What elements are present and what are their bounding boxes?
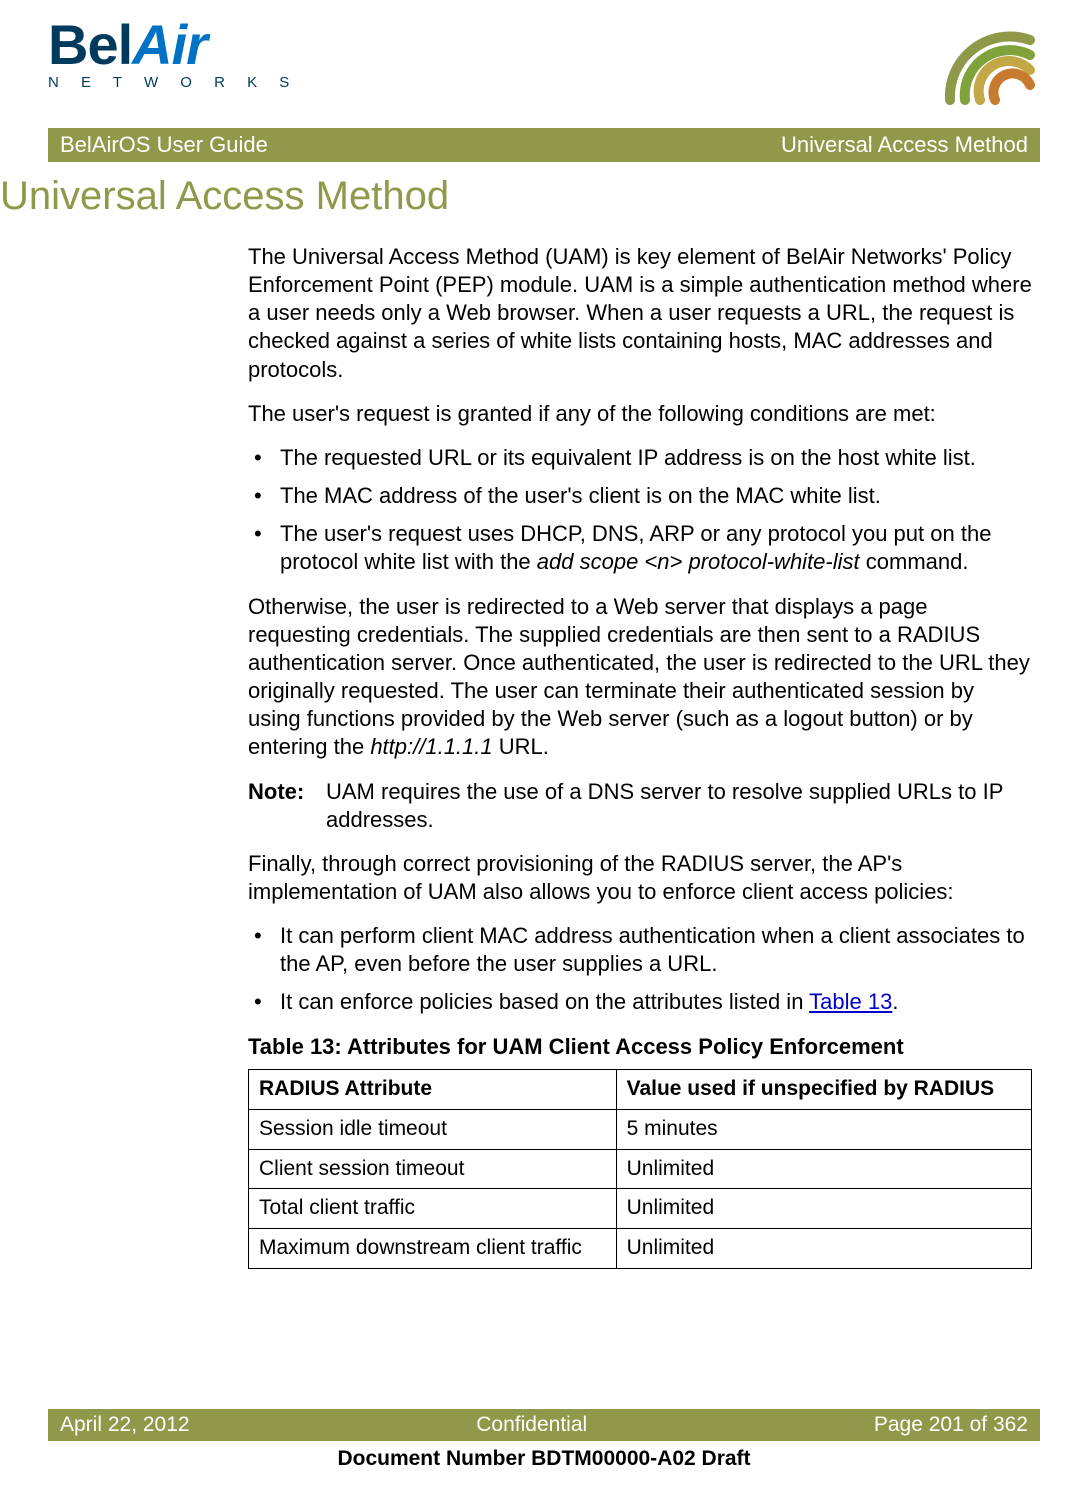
list-item: The requested URL or its equivalent IP a… <box>248 444 1032 472</box>
logo-subtext: N E T W O R K S <box>48 74 298 91</box>
footer-bar: April 22, 2012 Confidential Page 201 of … <box>48 1409 1040 1441</box>
table-row: Client session timeout Unlimited <box>249 1149 1032 1189</box>
header-bar: BelAirOS User Guide Universal Access Met… <box>48 128 1040 162</box>
footer-confidential: Confidential <box>476 1413 587 1437</box>
footer-page: Page 201 of 362 <box>874 1413 1028 1437</box>
logo-text-1: Bel <box>48 13 132 76</box>
list-item: The user's request uses DHCP, DNS, ARP o… <box>248 520 1032 576</box>
table-caption: Table 13: Attributes for UAM Client Acce… <box>248 1033 1032 1061</box>
logo-text-2: Air <box>132 13 207 76</box>
note-text: UAM requires the use of a DNS server to … <box>326 778 1032 834</box>
list-item: The MAC address of the user's client is … <box>248 482 1032 510</box>
document-number: Document Number BDTM00000-A02 Draft <box>48 1447 1040 1471</box>
table-cell: Unlimited <box>616 1229 1031 1269</box>
paragraph-text: URL. <box>493 734 549 759</box>
list-item: It can perform client MAC address authen… <box>248 922 1032 978</box>
list-item-text: . <box>892 989 898 1014</box>
attributes-table: RADIUS Attribute Value used if unspecifi… <box>248 1069 1032 1269</box>
paragraph-conditions-lead: The user's request is granted if any of … <box>248 400 1032 428</box>
footer: April 22, 2012 Confidential Page 201 of … <box>48 1409 1040 1471</box>
page-title: Universal Access Method <box>0 174 1040 219</box>
header-right: Universal Access Method <box>781 132 1028 158</box>
logo-row: BelAir N E T W O R K S <box>48 20 1040 110</box>
table-link[interactable]: Table 13 <box>809 989 892 1014</box>
note-block: Note: UAM requires the use of a DNS serv… <box>248 778 1032 834</box>
table-cell: Maximum downstream client traffic <box>249 1229 617 1269</box>
paragraph-intro: The Universal Access Method (UAM) is key… <box>248 243 1032 384</box>
table-row: Maximum downstream client traffic Unlimi… <box>249 1229 1032 1269</box>
command-text: add scope <n> protocol-white-list <box>537 549 860 574</box>
table-cell: Unlimited <box>616 1149 1031 1189</box>
arc-icon <box>930 20 1040 110</box>
header-left: BelAirOS User Guide <box>60 132 268 158</box>
list-item-text: It can enforce policies based on the att… <box>280 989 809 1014</box>
list-item: It can enforce policies based on the att… <box>248 988 1032 1016</box>
url-text: http://1.1.1.1 <box>370 734 492 759</box>
table-header: RADIUS Attribute <box>249 1069 617 1109</box>
paragraph-policies: Finally, through correct provisioning of… <box>248 850 1032 906</box>
conditions-list: The requested URL or its equivalent IP a… <box>248 444 1032 577</box>
note-label: Note: <box>248 778 326 834</box>
table-cell: Client session timeout <box>249 1149 617 1189</box>
table-header: Value used if unspecified by RADIUS <box>616 1069 1031 1109</box>
company-logo: BelAir N E T W O R K S <box>48 20 298 91</box>
table-cell: Session idle timeout <box>249 1109 617 1149</box>
table-cell: Unlimited <box>616 1189 1031 1229</box>
policies-list: It can perform client MAC address authen… <box>248 922 1032 1016</box>
paragraph-text: Otherwise, the user is redirected to a W… <box>248 594 1030 760</box>
table-cell: 5 minutes <box>616 1109 1031 1149</box>
table-row: Session idle timeout 5 minutes <box>249 1109 1032 1149</box>
table-cell: Total client traffic <box>249 1189 617 1229</box>
footer-date: April 22, 2012 <box>60 1413 190 1437</box>
table-row: Total client traffic Unlimited <box>249 1189 1032 1229</box>
paragraph-redirect: Otherwise, the user is redirected to a W… <box>248 593 1032 762</box>
body-column: The Universal Access Method (UAM) is key… <box>248 243 1032 1269</box>
list-item-text: command. <box>860 549 969 574</box>
